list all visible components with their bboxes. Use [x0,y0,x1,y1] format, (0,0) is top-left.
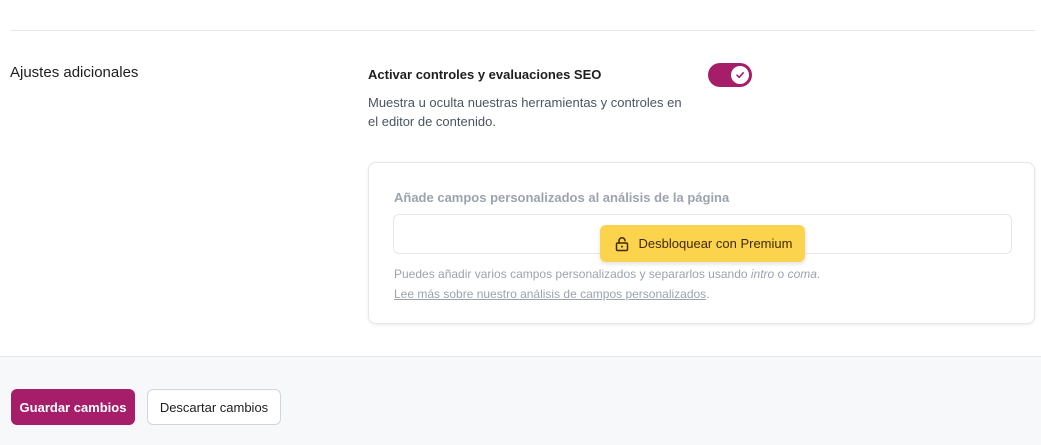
top-divider [10,30,1035,31]
help-suffix: . [816,267,821,281]
save-button[interactable]: Guardar cambios [11,389,135,425]
seo-setting: Activar controles y evaluaciones SEO Mue… [368,67,688,131]
link-suffix: . [706,287,710,301]
custom-fields-learn-more-link[interactable]: Lee más sobre nuestro análisis de campos… [394,287,706,301]
unlock-premium-button[interactable]: Desbloquear con Premium [600,225,805,262]
toggle-knob [731,66,749,84]
seo-toggle[interactable] [708,63,752,87]
help-prefix: Puedes añadir varios campos personalizad… [394,267,751,281]
seo-setting-description: Muestra u oculta nuestras herramientas y… [368,95,682,129]
premium-card: Añade campos personalizados al análisis … [368,162,1035,324]
help-middle: o [774,267,788,281]
seo-setting-label: Activar controles y evaluaciones SEO [368,67,602,82]
check-icon [736,72,744,79]
help-key-intro: intro [750,267,775,281]
unlock-premium-label: Desbloquear con Premium [638,236,793,251]
custom-fields-label: Añade campos personalizados al análisis … [394,190,730,205]
discard-button[interactable]: Descartar cambios [147,389,281,425]
help-key-coma: coma [787,267,817,281]
section-title: Ajustes adicionales [10,64,139,81]
unlock-icon [615,236,628,251]
custom-fields-help: Puedes añadir varios campos personalizad… [394,264,1014,304]
